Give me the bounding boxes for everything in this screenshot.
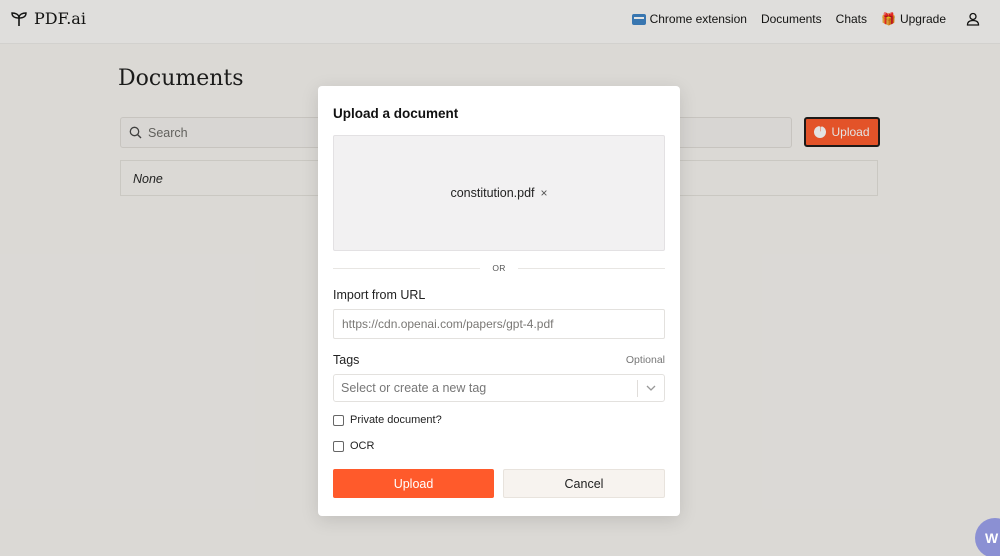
or-divider: OR <box>333 262 666 274</box>
tags-placeholder: Select or create a new tag <box>341 381 487 395</box>
modal-cancel-button[interactable]: Cancel <box>503 469 665 498</box>
private-document-label: Private document? <box>350 414 442 426</box>
selected-file-name: constitution.pdf <box>450 186 535 200</box>
chat-widget-letter: W <box>985 530 999 546</box>
remove-file-icon[interactable]: × <box>541 186 548 200</box>
divider-line-right <box>517 267 666 269</box>
ocr-checkbox[interactable] <box>333 440 344 452</box>
ocr-label: OCR <box>350 440 375 452</box>
file-dropzone[interactable]: constitution.pdf × <box>333 135 665 251</box>
tags-optional-text: Optional <box>625 354 665 366</box>
chevron-down-icon[interactable] <box>645 381 657 395</box>
tags-separator <box>637 380 638 397</box>
modal-upload-button[interactable]: Upload <box>333 469 494 498</box>
ocr-option[interactable]: OCR <box>333 440 374 452</box>
url-input[interactable] <box>333 309 665 339</box>
or-text: OR <box>492 263 506 273</box>
modal-title: Upload a document <box>333 106 459 121</box>
url-label: Import from URL <box>333 288 426 302</box>
upload-document-modal: Upload a document constitution.pdf × OR … <box>318 86 680 516</box>
tags-label: Tags <box>333 353 360 367</box>
divider-line-left <box>333 267 481 269</box>
private-document-option[interactable]: Private document? <box>333 414 442 426</box>
private-document-checkbox[interactable] <box>333 414 344 426</box>
tags-select[interactable]: Select or create a new tag <box>333 374 665 402</box>
